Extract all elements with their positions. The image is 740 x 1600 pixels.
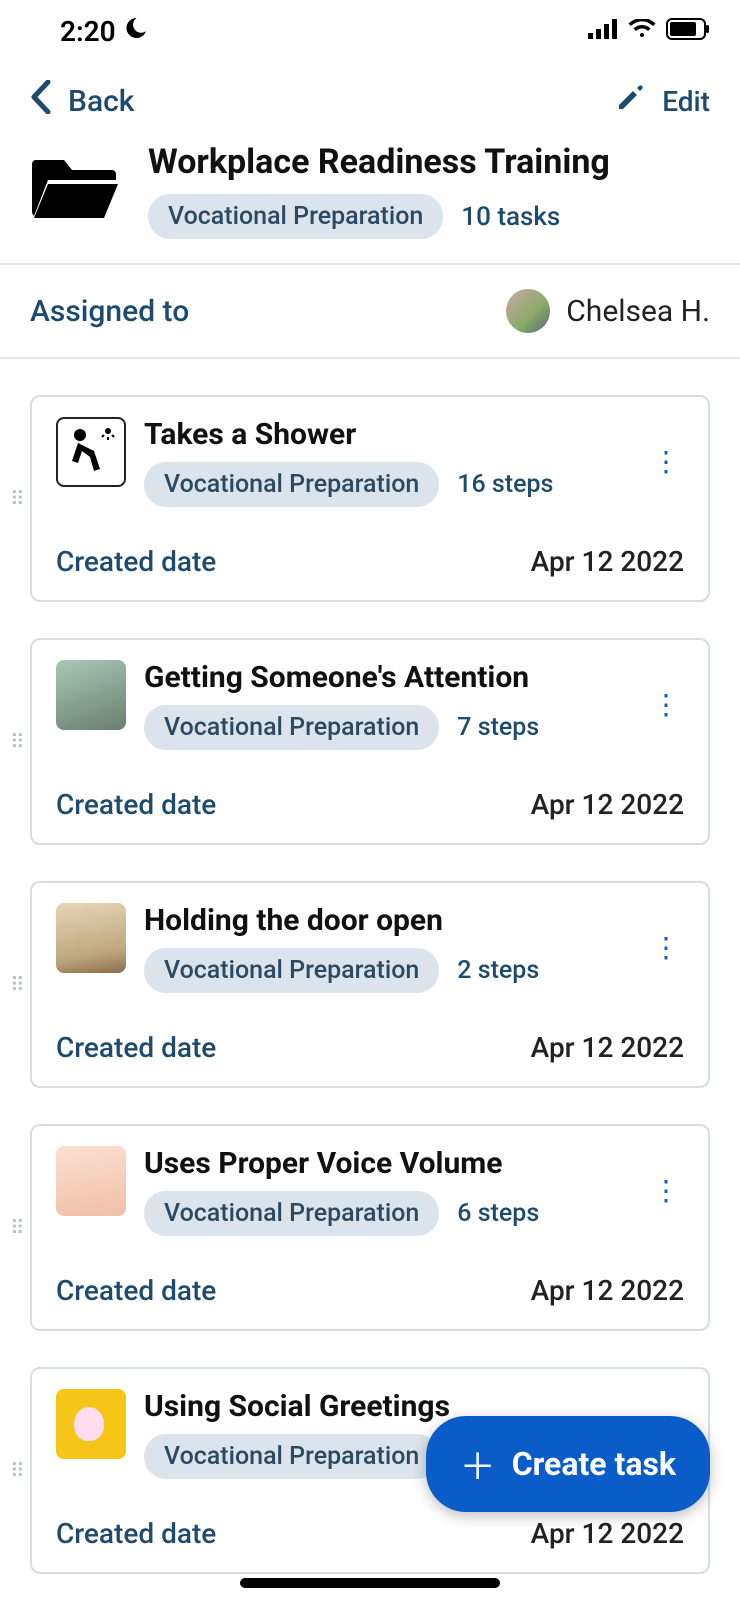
edit-button[interactable]: Edit [616,84,710,119]
task-steps: 2 steps [457,956,539,985]
created-label: Created date [56,1274,216,1307]
drag-handle-icon[interactable]: ⠿ [10,495,26,502]
drag-handle-icon[interactable]: ⠿ [10,738,26,745]
created-date: Apr 12 2022 [531,1031,684,1064]
task-thumbnail [56,417,126,487]
fab-label: Create task [512,1445,676,1483]
drag-handle-icon[interactable]: ⠿ [10,1467,26,1474]
battery-icon [666,18,710,44]
drag-handle-icon[interactable]: ⠿ [10,981,26,988]
created-label: Created date [56,1517,216,1550]
task-thumbnail [56,1146,126,1216]
created-label: Created date [56,788,216,821]
created-label: Created date [56,1031,216,1064]
created-date: Apr 12 2022 [531,1274,684,1307]
task-chip: Vocational Preparation [144,705,439,750]
assigned-row[interactable]: Assigned to Chelsea H. [0,263,740,359]
task-chip: Vocational Preparation [144,948,439,993]
task-chip: Vocational Preparation [144,462,439,507]
header-content: Workplace Readiness Training Vocational … [148,142,710,239]
assigned-user: Chelsea H. [506,289,710,333]
kebab-menu-icon[interactable]: ⋮ [648,937,684,959]
task-title: Getting Someone's Attention [144,660,630,695]
task-steps: 7 steps [457,713,539,742]
kebab-menu-icon[interactable]: ⋮ [648,1180,684,1202]
wifi-icon [628,19,656,43]
plus-icon: ＋ [460,1438,496,1490]
task-title: Uses Proper Voice Volume [144,1146,630,1181]
do-not-disturb-icon [124,16,148,46]
status-time: 2:20 [60,15,148,48]
category-chip: Vocational Preparation [148,194,443,239]
created-date: Apr 12 2022 [531,545,684,578]
task-steps: 6 steps [457,1199,539,1228]
task-card[interactable]: ⠿ Takes a Shower Vocational Preparation … [30,395,710,602]
assigned-label: Assigned to [30,294,189,329]
task-list: ⠿ Takes a Shower Vocational Preparation … [0,359,740,1574]
kebab-menu-icon[interactable]: ⋮ [648,451,684,473]
folder-open-icon [30,148,120,223]
task-thumbnail [56,903,126,973]
clock-text: 2:20 [60,15,116,48]
edit-label: Edit [662,85,710,118]
kebab-menu-icon[interactable]: ⋮ [648,694,684,716]
task-thumbnail [56,660,126,730]
task-card[interactable]: ⠿ Getting Someone's Attention Vocational… [30,638,710,845]
create-task-button[interactable]: ＋ Create task [426,1416,710,1512]
created-date: Apr 12 2022 [531,1517,684,1550]
status-bar: 2:20 [0,0,740,60]
home-indicator[interactable] [240,1578,500,1588]
user-avatar [506,289,550,333]
created-date: Apr 12 2022 [531,788,684,821]
nav-bar: Back Edit [0,60,740,142]
page-header: Workplace Readiness Training Vocational … [0,142,740,263]
task-title: Holding the door open [144,903,630,938]
task-thumbnail [56,1389,126,1459]
back-button[interactable]: Back [30,80,134,122]
user-name: Chelsea H. [566,294,710,329]
drag-handle-icon[interactable]: ⠿ [10,1224,26,1231]
status-icons [588,18,710,44]
back-label: Back [68,84,134,119]
created-label: Created date [56,545,216,578]
task-card[interactable]: ⠿ Uses Proper Voice Volume Vocational Pr… [30,1124,710,1331]
chevron-left-icon [30,80,52,122]
header-meta: Vocational Preparation 10 tasks [148,194,710,239]
task-steps: 16 steps [457,470,553,499]
task-card[interactable]: ⠿ Holding the door open Vocational Prepa… [30,881,710,1088]
cellular-signal-icon [588,19,618,43]
task-title: Takes a Shower [144,417,630,452]
task-chip: Vocational Preparation [144,1434,439,1479]
task-count: 10 tasks [461,202,560,232]
page-title: Workplace Readiness Training [148,142,710,182]
pencil-icon [616,84,644,119]
task-chip: Vocational Preparation [144,1191,439,1236]
